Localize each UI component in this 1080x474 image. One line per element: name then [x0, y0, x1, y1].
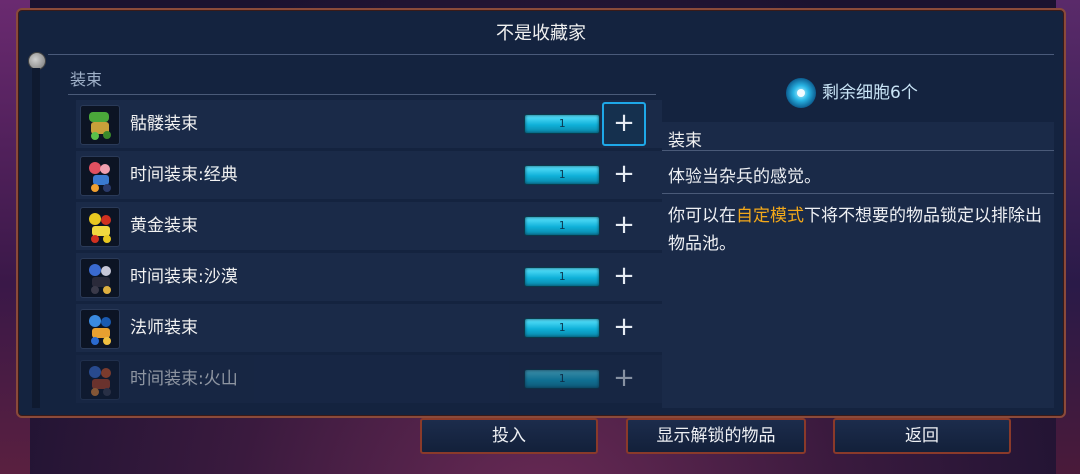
window-title: 不是收藏家 [496, 23, 586, 44]
back-button[interactable]: 返回 [833, 418, 1011, 454]
count-value: 1 [558, 372, 566, 385]
section-divider [68, 94, 656, 95]
cells-remaining: 剩余细胞6个 [822, 83, 918, 103]
mage-outfit-icon [80, 309, 120, 349]
count-value: 1 [558, 117, 566, 130]
count-bar: 1 [524, 216, 600, 236]
count-bar: 1 [524, 369, 600, 389]
detail-divider [662, 193, 1054, 194]
count-bar: 1 [524, 165, 600, 185]
count-value: 1 [558, 219, 566, 232]
list-item[interactable]: 法师装束 1 + [76, 304, 662, 352]
scrollbar-track[interactable] [32, 68, 40, 408]
count-value: 1 [558, 168, 566, 181]
count-bar: 1 [524, 114, 600, 134]
item-name: 时间装束:火山 [130, 369, 238, 389]
count-value: 1 [558, 321, 566, 334]
count-value: 1 [558, 270, 566, 283]
invest-button[interactable]: 投入 [420, 418, 598, 454]
collection-window: 不是收藏家 装束 骷髅装束 1 + 时间装束:经典 1 + 黄金装束 1 + 时… [16, 8, 1066, 418]
item-list: 骷髅装束 1 + 时间装束:经典 1 + 黄金装束 1 + 时间装束:沙漠 1 … [76, 100, 662, 406]
detail-divider [662, 150, 1054, 151]
time-outfit-volcano-icon [80, 360, 120, 400]
item-name: 时间装束:沙漠 [130, 267, 238, 287]
section-label: 装束 [70, 70, 103, 89]
gold-outfit-icon [80, 207, 120, 247]
add-button[interactable]: + [602, 306, 646, 350]
list-item[interactable]: 时间装束:沙漠 1 + [76, 253, 662, 301]
add-button[interactable]: + [602, 153, 646, 197]
add-button[interactable]: + [602, 102, 646, 146]
item-name: 骷髅装束 [130, 114, 198, 134]
note-text: 你可以在 [668, 206, 736, 226]
item-name: 黄金装束 [130, 216, 198, 236]
list-item[interactable]: 黄金装束 1 + [76, 202, 662, 250]
list-item[interactable]: 骷髅装束 1 + [76, 100, 662, 148]
add-button[interactable]: + [602, 204, 646, 248]
item-name: 时间装束:经典 [130, 165, 238, 185]
show-unlocked-button[interactable]: 显示解锁的物品 [626, 418, 806, 454]
time-outfit-desert-icon [80, 258, 120, 298]
count-bar: 1 [524, 318, 600, 338]
detail-description: 体验当杂兵的感觉。 [668, 167, 821, 187]
detail-title: 装束 [668, 131, 702, 151]
add-button[interactable]: + [602, 255, 646, 299]
item-name: 法师装束 [130, 318, 198, 338]
add-button[interactable]: + [602, 357, 646, 401]
time-outfit-classic-icon [80, 156, 120, 196]
title-divider [48, 54, 1054, 55]
count-bar: 1 [524, 267, 600, 287]
cell-icon [786, 78, 816, 108]
list-item[interactable]: 时间装束:经典 1 + [76, 151, 662, 199]
list-item[interactable]: 时间装束:火山 1 + [76, 355, 662, 403]
skeleton-outfit-icon [80, 105, 120, 145]
custom-mode-link: 自定模式 [736, 206, 804, 226]
detail-note: 你可以在自定模式下将不想要的物品锁定以排除出物品池。 [668, 202, 1052, 258]
detail-panel: 装束 体验当杂兵的感觉。 你可以在自定模式下将不想要的物品锁定以排除出物品池。 [662, 122, 1054, 408]
